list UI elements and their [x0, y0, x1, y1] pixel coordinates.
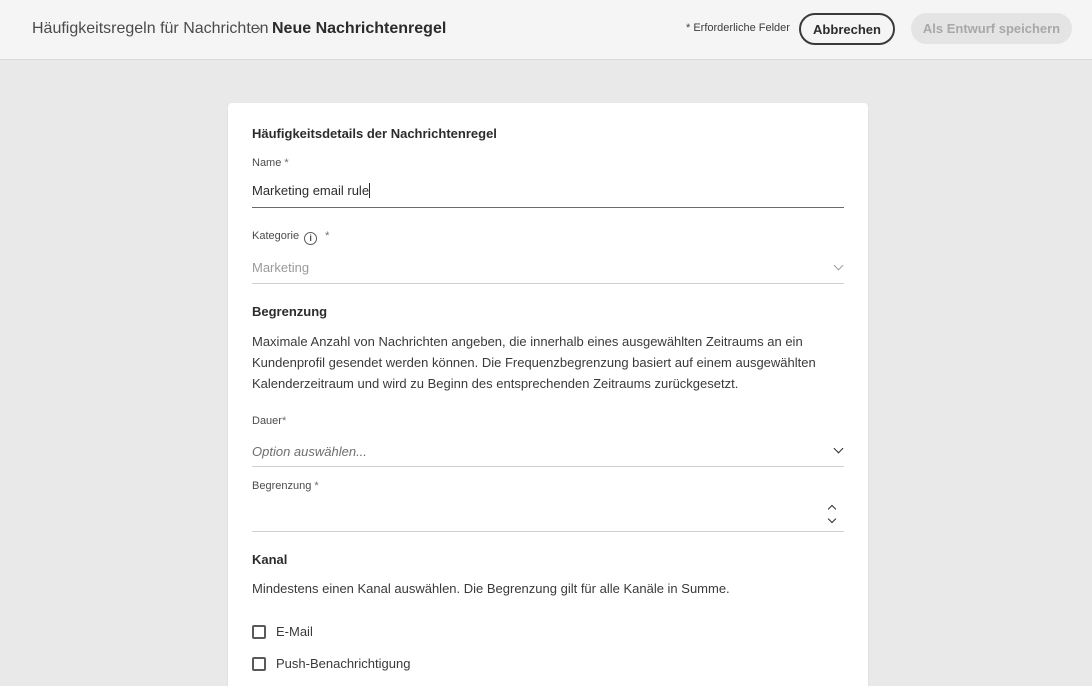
limit-number-input[interactable]: [252, 503, 812, 525]
required-star: *: [325, 230, 330, 242]
email-checkbox-label[interactable]: E-Mail: [276, 624, 313, 639]
breadcrumb-parent-link[interactable]: Häufigkeitsregeln für Nachrichten: [32, 20, 269, 38]
stepper-up-icon[interactable]: [827, 504, 837, 514]
stepper-down-icon[interactable]: [827, 514, 837, 524]
duration-field-label: Dauer*: [252, 415, 286, 427]
chevron-down-icon[interactable]: [833, 443, 844, 454]
form-section-title: Häufigkeitsdetails der Nachrichtenregel: [252, 126, 497, 141]
duration-select[interactable]: Option auswählen...: [252, 444, 367, 459]
channel-description: Mindestens einen Kanal auswählen. Die Be…: [252, 581, 730, 596]
push-notification-checkbox-label[interactable]: Push-Benachrichtigung: [276, 656, 410, 671]
text-cursor: [369, 183, 371, 198]
limit-field-label: Begrenzung *: [252, 480, 319, 492]
save-draft-button[interactable]: Als Entwurf speichern: [911, 13, 1072, 44]
name-input-underline: [252, 207, 844, 208]
name-label-text: Name: [252, 157, 282, 169]
channel-section-title: Kanal: [252, 552, 288, 567]
name-field-label: Name *: [252, 157, 289, 169]
category-select-underline: [252, 283, 844, 284]
chevron-down-icon[interactable]: [833, 260, 844, 271]
email-checkbox[interactable]: [252, 625, 266, 639]
capping-section-title: Begrenzung: [252, 304, 328, 319]
name-input[interactable]: Marketing email rule: [252, 183, 371, 198]
info-icon[interactable]: i: [304, 232, 318, 245]
capping-description: Maximale Anzahl von Nachrichten angeben,…: [252, 334, 816, 391]
form-card: Häufigkeitsdetails der Nachrichtenregel …: [228, 103, 868, 686]
required-fields-note: * Erforderliche Felder: [686, 22, 790, 34]
breadcrumb-separator-icon: ›: [256, 20, 261, 37]
required-star: *: [314, 480, 319, 492]
limit-label-text: Begrenzung: [252, 480, 312, 492]
required-star: *: [281, 415, 287, 427]
cancel-button[interactable]: Abbrechen: [799, 13, 895, 45]
category-label-text: Kategorie: [252, 230, 300, 242]
page-title: Neue Nachrichtenregel: [272, 20, 447, 37]
limit-input-underline: [252, 531, 844, 532]
duration-select-underline: [252, 466, 844, 467]
name-input-value: Marketing email rule: [252, 183, 370, 198]
top-header-bar: Häufigkeitsregeln für Nachrichten › Neue…: [0, 0, 1092, 60]
category-select[interactable]: Marketing: [252, 260, 309, 275]
push-notification-checkbox[interactable]: [252, 657, 266, 671]
required-star: *: [284, 157, 289, 169]
category-field-label: Kategorie i *: [252, 230, 329, 245]
duration-label-text: Dauer: [252, 415, 282, 427]
